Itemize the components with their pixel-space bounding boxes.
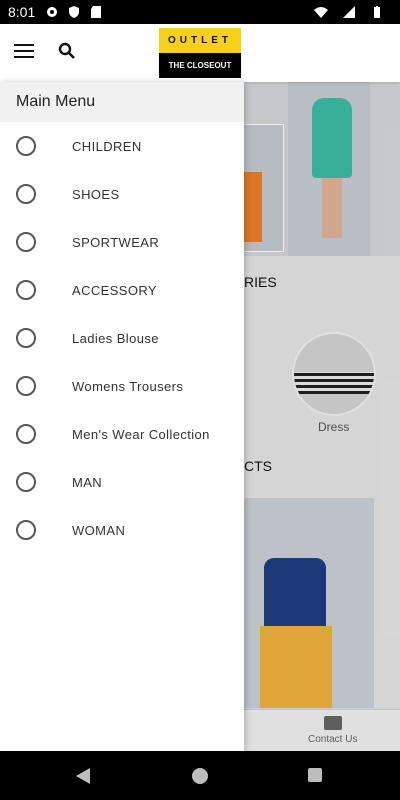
- navigation-drawer: Main Menu CHILDREN SHOES SPORTWEAR ACCES…: [0, 82, 244, 751]
- wifi-icon: [314, 7, 328, 18]
- menu-item-mens-wear-collection[interactable]: Men's Wear Collection: [0, 410, 244, 458]
- drawer-title: Main Menu: [0, 82, 244, 122]
- shield-icon: [69, 6, 80, 18]
- radio-button-icon[interactable]: [16, 472, 36, 492]
- menu-item-label: SPORTWEAR: [72, 234, 160, 250]
- menu-item-label: SHOES: [72, 186, 120, 202]
- gear-icon: [47, 7, 58, 17]
- radio-button-icon[interactable]: [16, 376, 36, 396]
- drawer-menu-list: CHILDREN SHOES SPORTWEAR ACCESSORY Ladie…: [0, 122, 244, 554]
- back-icon[interactable]: [76, 768, 90, 784]
- battery-icon: [374, 6, 380, 18]
- system-nav-bar: [0, 751, 400, 800]
- menu-item-label: Womens Trousers: [72, 378, 184, 394]
- status-bar: 8:01: [0, 0, 400, 24]
- app-header: OUTLET THE CLOSEOUT: [0, 24, 400, 82]
- sd-card-icon: [91, 6, 102, 18]
- menu-item-man[interactable]: MAN: [0, 458, 244, 506]
- menu-item-label: ACCESSORY: [72, 282, 157, 298]
- brand-logo[interactable]: OUTLET THE CLOSEOUT: [159, 28, 241, 78]
- signal-icon: [343, 6, 355, 18]
- search-icon[interactable]: [58, 42, 76, 60]
- menu-item-children[interactable]: CHILDREN: [0, 122, 244, 170]
- radio-button-icon[interactable]: [16, 328, 36, 348]
- menu-item-label: WOMAN: [72, 522, 126, 538]
- menu-item-accessory[interactable]: ACCESSORY: [0, 266, 244, 314]
- menu-item-label: Ladies Blouse: [72, 330, 159, 346]
- menu-item-label: MAN: [72, 474, 103, 490]
- radio-button-icon[interactable]: [16, 520, 36, 540]
- radio-button-icon[interactable]: [16, 136, 36, 156]
- menu-item-ladies-blouse[interactable]: Ladies Blouse: [0, 314, 244, 362]
- status-time: 8:01: [8, 4, 36, 20]
- logo-top-text: OUTLET: [159, 28, 241, 53]
- radio-button-icon[interactable]: [16, 184, 36, 204]
- menu-item-shoes[interactable]: SHOES: [0, 170, 244, 218]
- menu-item-sportwear[interactable]: SPORTWEAR: [0, 218, 244, 266]
- home-icon[interactable]: [192, 768, 208, 784]
- recent-apps-icon[interactable]: [308, 768, 322, 782]
- radio-button-icon[interactable]: [16, 280, 36, 300]
- menu-item-label: Men's Wear Collection: [72, 426, 210, 442]
- menu-item-label: CHILDREN: [72, 138, 142, 154]
- logo-bottom-text: THE CLOSEOUT: [159, 53, 241, 78]
- hamburger-menu-icon[interactable]: [14, 44, 34, 60]
- radio-button-icon[interactable]: [16, 424, 36, 444]
- menu-item-woman[interactable]: WOMAN: [0, 506, 244, 554]
- radio-button-icon[interactable]: [16, 232, 36, 252]
- menu-item-womens-trousers[interactable]: Womens Trousers: [0, 362, 244, 410]
